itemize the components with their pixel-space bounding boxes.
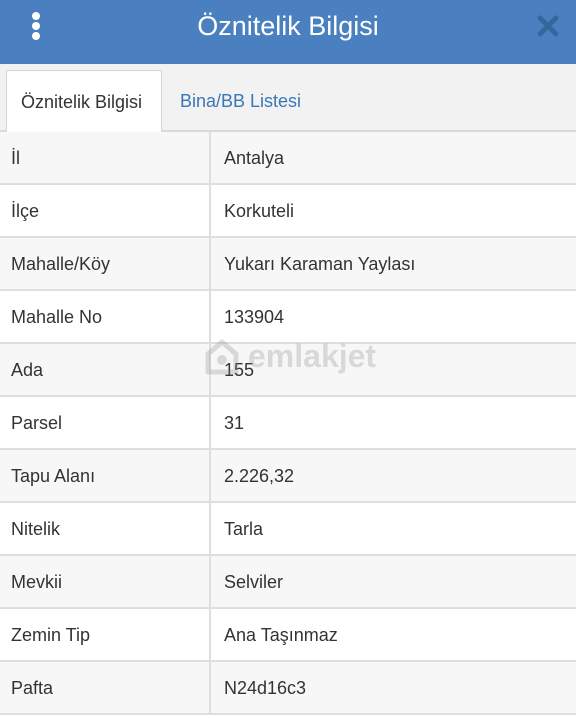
attribute-table: İl Antalya İlçe Korkuteli Mahalle/Köy Yu… [0,132,576,715]
column-divider [209,662,211,713]
row-value: Selviler [224,572,284,592]
tab-bina-bb-listesi[interactable]: Bina/BB Listesi [166,70,315,132]
row-value: Ana Taşınmaz [224,625,338,645]
tab-bar: Öznitelik Bilgisi Bina/BB Listesi [0,64,576,132]
row-label: Mahalle No [11,307,103,327]
table-row: Parsel 31 [0,397,576,450]
table-row: Nitelik Tarla [0,503,576,556]
row-label: Mahalle/Köy [11,254,111,274]
row-label: İl [11,148,20,168]
row-value: Yukarı Karaman Yaylası [224,254,416,274]
table-row: Ada 155 [0,344,576,397]
table-row: Pafta N24d16c3 [0,662,576,715]
header-bar: Öznitelik Bilgisi [0,0,576,64]
row-label: Ada [11,360,44,380]
table-row: Mahalle No 133904 [0,291,576,344]
row-value: 31 [224,413,245,433]
row-label: Nitelik [11,519,61,539]
column-divider [209,291,211,342]
close-icon[interactable] [536,14,560,38]
row-label: Zemin Tip [11,625,91,645]
row-value: Antalya [224,148,285,168]
row-value: Korkuteli [224,201,295,221]
table-row: Zemin Tip Ana Taşınmaz [0,609,576,662]
row-label: Parsel [11,413,63,433]
row-value: Tarla [224,519,264,539]
row-label: Pafta [11,678,54,698]
column-divider [209,450,211,501]
table-row: İl Antalya [0,132,576,185]
page-title: Öznitelik Bilgisi [197,11,379,41]
column-divider [209,344,211,395]
column-divider [209,185,211,236]
table-row: Tapu Alanı 2.226,32 [0,450,576,503]
row-value: 155 [224,360,255,380]
column-divider [209,132,211,183]
row-label: Mevkii [11,572,63,592]
column-divider [209,609,211,660]
row-value: N24d16c3 [224,678,307,698]
table-row: Mahalle/Köy Yukarı Karaman Yaylası [0,238,576,291]
row-value: 133904 [224,307,285,327]
table-row: Mevkii Selviler [0,556,576,609]
tab-oznitelik-bilgisi[interactable]: Öznitelik Bilgisi [6,70,162,132]
column-divider [209,397,211,448]
table-row: İlçe Korkuteli [0,185,576,238]
row-label: İlçe [11,201,40,221]
column-divider [209,238,211,289]
column-divider [209,556,211,607]
row-value: 2.226,32 [224,466,295,486]
column-divider [209,503,211,554]
row-label: Tapu Alanı [11,466,96,486]
